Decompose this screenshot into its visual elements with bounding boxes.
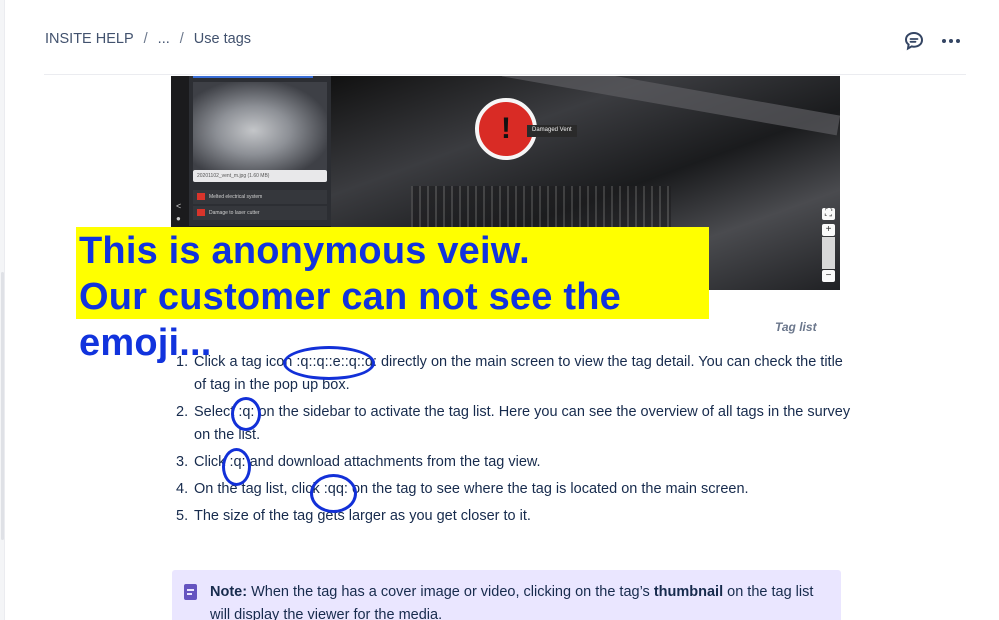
step-text: Click a tag icon (194, 354, 297, 370)
note-label: Note: (210, 584, 248, 600)
breadcrumb-current-link[interactable]: Use tags (194, 31, 251, 47)
header-divider (44, 74, 966, 75)
annotation-circle (283, 346, 375, 380)
note-icon (184, 584, 197, 600)
step-text: The size of the tag gets larger as you g… (194, 508, 531, 524)
fullscreen-icon: ⛶ (822, 208, 835, 220)
comment-icon[interactable] (902, 29, 926, 53)
more-icon[interactable] (939, 29, 963, 53)
zoom-track (822, 237, 835, 269)
scrollbar-thumb[interactable] (1, 272, 4, 540)
tag-list-row: Damage to laser cutter (193, 206, 327, 220)
step-text: on the tag to see where the tag is locat… (347, 481, 749, 497)
step-text: on the sidebar to activate the tag list.… (194, 404, 851, 443)
breadcrumb-separator: / (179, 31, 184, 47)
note-panel: Note: When the tag has a cover image or … (172, 570, 841, 620)
step-number: 2. (176, 404, 189, 420)
step-number: 4. (176, 481, 189, 497)
list-item: 3. Click :q: and download attachments fr… (176, 451, 856, 474)
overlay-line-1: This is anonymous veiw. (79, 230, 530, 272)
breadcrumb-ellipsis-link[interactable]: ... (158, 31, 170, 47)
list-item: 4. On the tag list, click :qq: on the ta… (176, 478, 856, 501)
step-number: 5. (176, 508, 189, 524)
vent-thumbnail (193, 82, 327, 170)
download-bar: 20201102_vent_m.jpg (1.60 MB) (193, 170, 327, 182)
step-text: On the tag list, click (194, 481, 324, 497)
panel-accent-bar (193, 76, 313, 78)
breadcrumb-root-link[interactable]: INSITE HELP (45, 31, 134, 47)
list-item: 1. Click a tag icon :q::q::e::q::q: dire… (176, 351, 856, 397)
tag-list-row: Melted electrical system (193, 190, 327, 204)
annotation-circle (222, 448, 251, 486)
list-item: 5. The size of the tag gets larger as yo… (176, 505, 856, 528)
list-item: 2. Select :q: on the sidebar to activate… (176, 401, 856, 447)
warning-tag-label: Damaged Vent (527, 125, 577, 137)
zoom-out-icon: − (822, 270, 835, 282)
annotation-overlay: This is anonymous veiw. Our customer can… (76, 227, 709, 364)
zoom-in-icon: + (822, 224, 835, 236)
step-text: and download attachments from the tag vi… (245, 454, 541, 470)
step-number: 1. (176, 354, 189, 370)
breadcrumb: INSITE HELP / ... / Use tags (45, 31, 251, 47)
annotation-circle (310, 474, 357, 513)
note-text: When the tag has a cover image or video,… (247, 584, 654, 600)
bell-icon: ● (176, 214, 181, 223)
left-scrollbar[interactable] (0, 0, 5, 620)
step-number: 3. (176, 454, 189, 470)
annotation-circle (231, 397, 261, 431)
breadcrumb-separator: / (143, 31, 148, 47)
steps-list: 1. Click a tag icon :q::q::e::q::q: dire… (176, 351, 856, 532)
note-bold-term: thumbnail (653, 584, 724, 600)
share-icon: < (176, 201, 182, 211)
image-caption: Tag list (775, 320, 817, 334)
